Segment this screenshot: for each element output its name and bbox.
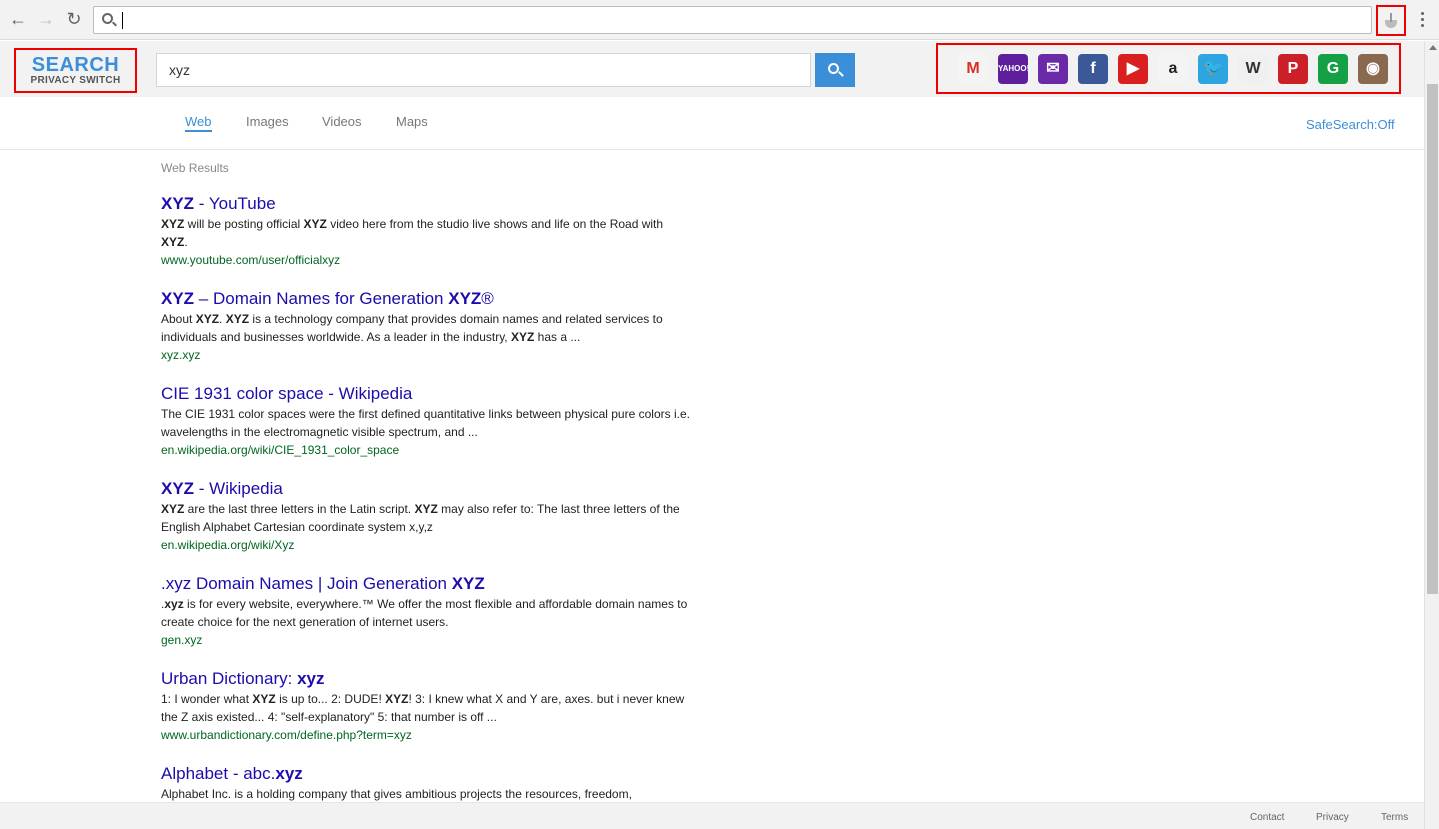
search-tabs: SafeSearch:Off Web Images Videos Maps xyxy=(0,97,1424,150)
result-title-link[interactable]: XYZ – Domain Names for Generation XYZ® xyxy=(161,288,691,310)
result-title-link[interactable]: Alphabet - abc.xyz xyxy=(161,763,691,785)
browser-toolbar: ← → ↻ xyxy=(0,0,1439,40)
search-result: .xyz Domain Names | Join Generation XYZ.… xyxy=(161,573,691,649)
search-result: CIE 1931 color space - Wikipedia The CIE … xyxy=(161,383,691,459)
quick-links-bar: M YAHOO! ✉ f ▶ a 🐦 W P G ◉ xyxy=(936,43,1401,94)
address-bar[interactable] xyxy=(93,6,1372,34)
twitter-icon[interactable]: 🐦 xyxy=(1198,54,1228,84)
scroll-up-arrow-icon[interactable] xyxy=(1429,45,1437,50)
extension-icon xyxy=(1384,13,1398,29)
result-title-link[interactable]: .xyz Domain Names | Join Generation XYZ xyxy=(161,573,691,595)
result-snippet: XYZ are the last three letters in the La… xyxy=(161,502,680,534)
yahoo-mail-icon[interactable]: ✉ xyxy=(1038,54,1068,84)
search-result: Urban Dictionary: xyz 1: I wonder what XY… xyxy=(161,668,691,744)
reload-icon: ↻ xyxy=(66,9,82,29)
footer: Contact Privacy Terms xyxy=(0,802,1424,829)
back-button[interactable]: ← xyxy=(8,9,28,29)
result-snippet: 1: I wonder what XYZ is up to... 2: DUDE… xyxy=(161,692,685,724)
result-title-link[interactable]: Urban Dictionary: xyz xyxy=(161,668,691,690)
gmail-icon[interactable]: M xyxy=(958,54,988,84)
facebook-icon[interactable]: f xyxy=(1078,54,1108,84)
footer-privacy-link[interactable]: Privacy xyxy=(1316,812,1349,823)
tab-videos[interactable]: Videos xyxy=(322,114,362,129)
amazon-icon[interactable]: a xyxy=(1158,54,1188,84)
result-title-link[interactable]: XYZ - YouTube xyxy=(161,193,691,215)
result-title-link[interactable]: CIE 1931 color space - Wikipedia xyxy=(161,383,691,405)
result-snippet: About XYZ. XYZ is a technology company t… xyxy=(161,312,663,344)
result-url[interactable]: gen.xyz xyxy=(161,631,691,649)
scroll-thumb[interactable] xyxy=(1427,84,1438,594)
footer-contact-link[interactable]: Contact xyxy=(1250,812,1284,823)
reload-button[interactable]: ↻ xyxy=(64,9,84,29)
arrow-left-icon: ← xyxy=(9,9,27,29)
safesearch-toggle[interactable]: SafeSearch:Off xyxy=(1306,117,1395,132)
kebab-menu-icon[interactable] xyxy=(1418,11,1426,29)
result-url[interactable]: xyz.xyz xyxy=(161,346,691,364)
results-label: Web Results xyxy=(161,161,229,175)
pinterest-icon[interactable]: P xyxy=(1278,54,1308,84)
result-url[interactable]: www.urbandictionary.com/define.php?term=… xyxy=(161,726,691,744)
logo-sub-text: PRIVACY SWITCH xyxy=(30,75,121,86)
footer-terms-link[interactable]: Terms xyxy=(1381,812,1408,823)
text-caret xyxy=(122,12,123,29)
scrollbar[interactable] xyxy=(1424,41,1439,829)
result-url[interactable]: en.wikipedia.org/wiki/Xyz xyxy=(161,536,691,554)
tab-web[interactable]: Web xyxy=(185,114,212,132)
search-icon xyxy=(828,63,839,74)
forward-button[interactable]: → xyxy=(36,9,56,29)
search-header: SEARCH PRIVACY SWITCH M YAHOO! ✉ f ▶ a 🐦 WPG ◉ xyxy=(0,41,1424,97)
search-icon xyxy=(102,13,113,24)
search-button[interactable] xyxy=(815,53,855,87)
yahoo-icon[interactable]: YAHOO! xyxy=(998,54,1028,84)
search-result: XYZ - Wikipedia XYZ are the last three le… xyxy=(161,478,691,554)
result-snippet: The CIE 1931 color spaces were the first… xyxy=(161,407,690,439)
logo[interactable]: SEARCH PRIVACY SWITCH xyxy=(14,48,137,93)
search-result: Alphabet - abc.xyz Alphabet Inc. is a hol… xyxy=(161,763,691,803)
youtube-icon[interactable]: ▶ xyxy=(1118,54,1148,84)
result-snippet: Alphabet Inc. is a holding company that … xyxy=(161,787,632,801)
result-url[interactable]: www.youtube.com/user/officialxyz xyxy=(161,251,691,269)
tab-maps[interactable]: Maps xyxy=(396,114,428,129)
instagram-icon[interactable]: ◉ xyxy=(1358,54,1388,84)
result-title-link[interactable]: XYZ - Wikipedia xyxy=(161,478,691,500)
wikipedia-icon[interactable]: W xyxy=(1238,54,1268,84)
search-result: XYZ - YouTube XYZ will be posting officia… xyxy=(161,193,691,269)
tab-images[interactable]: Images xyxy=(246,114,289,129)
result-url[interactable]: en.wikipedia.org/wiki/CIE_1931_color_spa… xyxy=(161,441,691,459)
logo-main-text: SEARCH xyxy=(31,54,120,76)
result-snippet: .xyz is for every website, everywhere.™ … xyxy=(161,597,688,629)
grammarly-icon[interactable]: G xyxy=(1318,54,1348,84)
result-snippet: XYZ will be posting official XYZ video h… xyxy=(161,217,664,249)
search-result: XYZ – Domain Names for Generation XYZ® Ab… xyxy=(161,288,691,364)
extension-button[interactable] xyxy=(1376,5,1406,36)
arrow-right-icon: → xyxy=(37,9,55,29)
search-input[interactable] xyxy=(156,53,811,87)
